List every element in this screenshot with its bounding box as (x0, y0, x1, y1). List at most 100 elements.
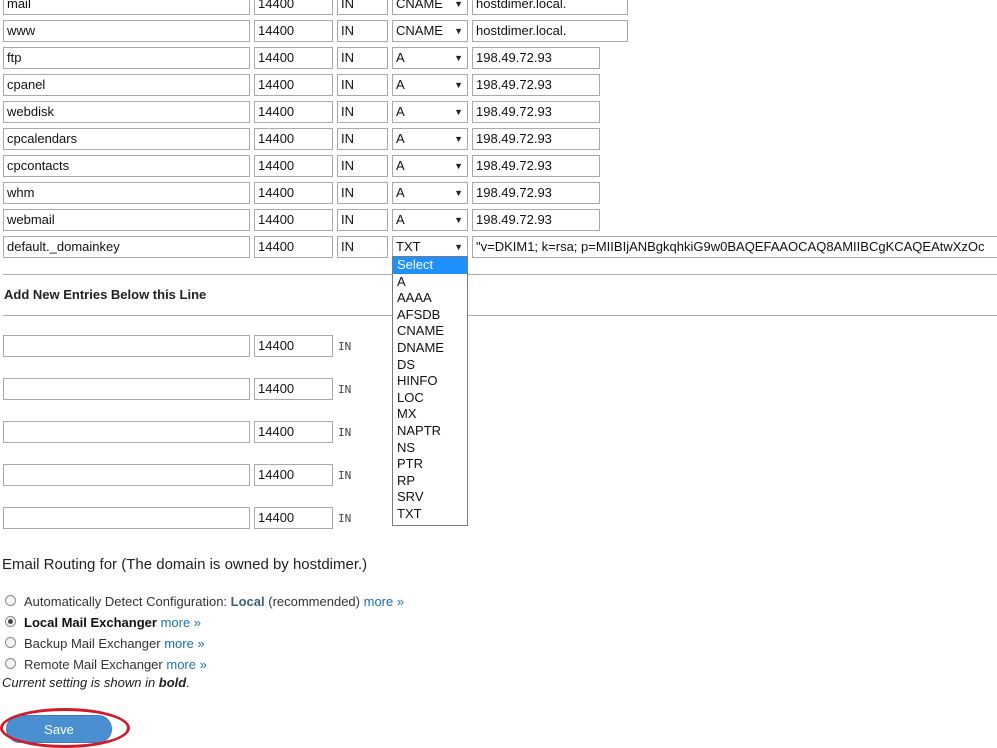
record-value-input[interactable]: 198.49.72.93 (472, 128, 600, 150)
dropdown-option-dname[interactable]: DNAME (393, 340, 467, 357)
record-value-input[interactable]: hostdimer.local. (472, 0, 628, 15)
new-entries-heading: Add New Entries Below this Line (4, 287, 207, 302)
new-entry-ttl-input[interactable]: 14400 (254, 335, 333, 357)
dropdown-option-rp[interactable]: RP (393, 473, 467, 490)
dropdown-option-mx[interactable]: MX (393, 406, 467, 423)
more-link[interactable]: more » (161, 615, 201, 630)
new-entry-class-label: IN (338, 383, 352, 396)
record-class-field: IN (337, 155, 388, 177)
dropdown-option-select[interactable]: Select (393, 257, 467, 274)
record-class-field: IN (337, 128, 388, 150)
more-link[interactable]: more » (166, 657, 206, 672)
record-value-input[interactable]: 198.49.72.93 (472, 155, 600, 177)
record-type-select[interactable]: A ▼ (392, 182, 468, 204)
dropdown-option-srv[interactable]: SRV (393, 489, 467, 506)
record-ttl-input[interactable]: 14400 (254, 74, 333, 96)
record-ttl-input[interactable]: 14400 (254, 128, 333, 150)
dropdown-option-hinfo[interactable]: HINFO (393, 373, 467, 390)
record-type-select[interactable]: A ▼ (392, 209, 468, 231)
dropdown-arrow-icon: ▼ (454, 53, 463, 63)
record-name-input[interactable]: www (3, 20, 250, 42)
record-name-input[interactable]: mail (3, 0, 250, 15)
detected-value: Local (230, 594, 265, 609)
record-type-select[interactable]: A ▼ (392, 128, 468, 150)
routing-option-auto[interactable]: Automatically Detect Configuration: Loca… (5, 593, 404, 611)
dropdown-option-cname[interactable]: CNAME (393, 323, 467, 340)
record-type-select[interactable]: CNAME ▼ (392, 0, 468, 15)
dropdown-option-txt[interactable]: TXT (393, 506, 467, 523)
record-value-input[interactable]: 198.49.72.93 (472, 209, 600, 231)
record-type-dropdown-list[interactable]: Select A AAAA AFSDB CNAME DNAME DS HINFO… (392, 256, 468, 526)
new-entry-ttl-input[interactable]: 14400 (254, 507, 333, 529)
more-link[interactable]: more » (164, 636, 204, 651)
new-entry-name-input[interactable] (3, 421, 250, 443)
radio-backup[interactable] (5, 637, 16, 649)
routing-option-remote[interactable]: Remote Mail Exchanger more » (5, 656, 207, 674)
new-entry-ttl-input[interactable]: 14400 (254, 464, 333, 486)
record-name-input[interactable]: cpcontacts (3, 155, 250, 177)
record-name-input[interactable]: webdisk (3, 101, 250, 123)
routing-option-backup[interactable]: Backup Mail Exchanger more » (5, 635, 205, 653)
record-type-select[interactable]: A ▼ (392, 47, 468, 69)
record-value-input[interactable]: "v=DKIM1; k=rsa; p=MIIBIjANBgkqhkiG9w0BA… (472, 236, 997, 258)
radio-remote[interactable] (5, 658, 16, 670)
record-ttl-input[interactable]: 14400 (254, 236, 333, 258)
record-type-select[interactable]: A ▼ (392, 74, 468, 96)
divider (3, 315, 997, 316)
note-suffix: . (186, 675, 190, 690)
new-entry-ttl-input[interactable]: 14400 (254, 421, 333, 443)
record-name-input[interactable]: cpcalendars (3, 128, 250, 150)
new-entry-name-input[interactable] (3, 464, 250, 486)
record-name-input[interactable]: ftp (3, 47, 250, 69)
record-class-field: IN (337, 0, 388, 15)
record-value-input[interactable]: 198.49.72.93 (472, 74, 600, 96)
dropdown-option-ds[interactable]: DS (393, 357, 467, 374)
dropdown-option-aaaa[interactable]: AAAA (393, 290, 467, 307)
record-type-value: TXT (396, 239, 421, 254)
dropdown-option-ptr[interactable]: PTR (393, 456, 467, 473)
routing-option-label: Backup Mail Exchanger (24, 636, 161, 651)
radio-auto[interactable] (5, 595, 16, 607)
record-type-select[interactable]: A ▼ (392, 101, 468, 123)
record-name-input[interactable]: default._domainkey (3, 236, 250, 258)
new-entry-name-input[interactable] (3, 507, 250, 529)
record-type-select[interactable]: A ▼ (392, 155, 468, 177)
dropdown-option-ns[interactable]: NS (393, 440, 467, 457)
record-type-select[interactable]: TXT ▼ (392, 236, 468, 258)
record-value-input[interactable]: 198.49.72.93 (472, 47, 600, 69)
record-class-field: IN (337, 182, 388, 204)
record-value-input[interactable]: 198.49.72.93 (472, 101, 600, 123)
record-ttl-input[interactable]: 14400 (254, 101, 333, 123)
note-bold: bold (158, 675, 187, 690)
record-class-field: IN (337, 74, 388, 96)
record-name-input[interactable]: whm (3, 182, 250, 204)
dropdown-option-loc[interactable]: LOC (393, 390, 467, 407)
recommended-label: (recommended) (264, 594, 360, 609)
record-ttl-input[interactable]: 14400 (254, 20, 333, 42)
dropdown-option-a[interactable]: A (393, 274, 467, 291)
new-entry-name-input[interactable] (3, 378, 250, 400)
record-type-select[interactable]: CNAME ▼ (392, 20, 468, 42)
record-ttl-input[interactable]: 14400 (254, 182, 333, 204)
radio-local[interactable] (5, 616, 16, 628)
dropdown-option-afsdb[interactable]: AFSDB (393, 307, 467, 324)
record-value-input[interactable]: hostdimer.local. (472, 20, 628, 42)
record-name-input[interactable]: cpanel (3, 74, 250, 96)
routing-option-label: Local Mail Exchanger (24, 615, 157, 630)
dropdown-option-naptr[interactable]: NAPTR (393, 423, 467, 440)
record-value-input[interactable]: 198.49.72.93 (472, 182, 600, 204)
record-ttl-input[interactable]: 14400 (254, 155, 333, 177)
record-ttl-input[interactable]: 14400 (254, 47, 333, 69)
record-ttl-input[interactable]: 14400 (254, 209, 333, 231)
record-type-value: A (396, 131, 405, 146)
record-name-input[interactable]: webmail (3, 209, 250, 231)
new-entry-name-input[interactable] (3, 335, 250, 357)
more-link[interactable]: more » (364, 594, 404, 609)
dropdown-arrow-icon: ▼ (454, 161, 463, 171)
new-entry-class-label: IN (338, 426, 352, 439)
routing-option-local[interactable]: Local Mail Exchanger more » (5, 614, 201, 632)
dropdown-arrow-icon: ▼ (454, 242, 463, 252)
new-entry-ttl-input[interactable]: 14400 (254, 378, 333, 400)
record-ttl-input[interactable]: 14400 (254, 0, 333, 15)
highlight-circle (0, 708, 130, 748)
